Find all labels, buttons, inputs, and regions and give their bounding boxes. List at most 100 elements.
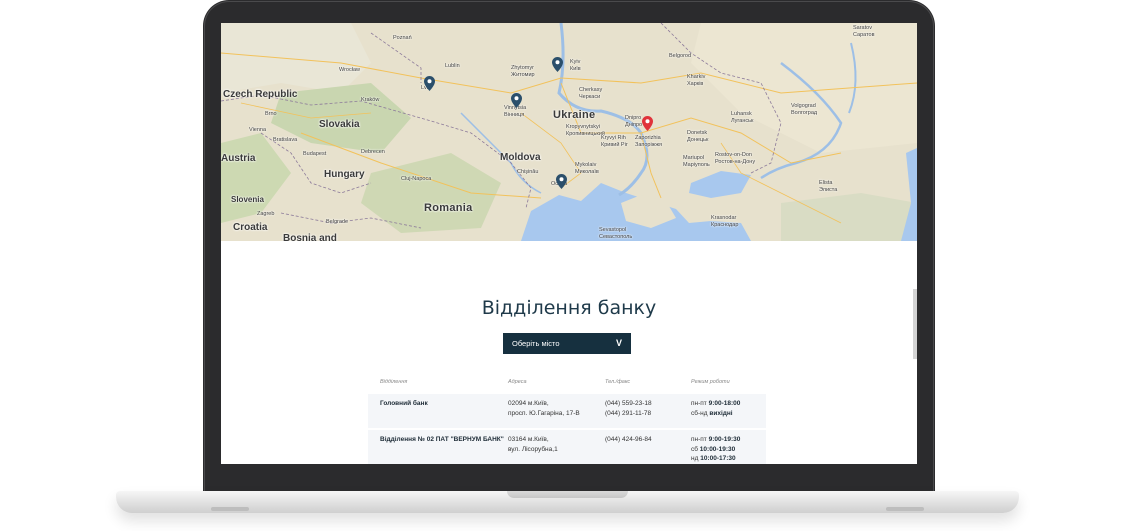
- map-label-city: Кривий Ріг: [601, 142, 628, 148]
- map-label-city: Zhytomyr: [511, 65, 534, 71]
- map-label-city: Севастополь: [599, 234, 633, 240]
- map-label-city: Krasnodar: [711, 215, 737, 221]
- city-select-dropdown[interactable]: Оберіть місто V: [503, 333, 631, 354]
- column-header-branch: Відділення: [380, 379, 408, 385]
- map-label-city: Миколаїв: [575, 169, 599, 175]
- map-label-country: Hungary: [324, 169, 365, 180]
- map-label-city: Belgorod: [669, 53, 692, 59]
- map-label-country: Slovenia: [231, 195, 264, 204]
- branch-phone: (044) 424-96-84: [605, 435, 652, 445]
- map-label-city: Волгоград: [791, 110, 818, 116]
- browser-screen: Czech Republic Slovakia Austria Hungary …: [221, 23, 917, 464]
- branch-marker-pin-icon[interactable]: [424, 76, 435, 91]
- branch-address: 02094 м.Київ, просп. Ю.Гагаріна, 17-В: [508, 399, 580, 419]
- branch-hours: пн-пт 9:00-19:30 сб 10:00-19:30 нд 10:00…: [691, 435, 740, 464]
- map-label-country: Moldova: [500, 152, 541, 163]
- map-label-city: Volgograd: [791, 103, 816, 109]
- phone-number[interactable]: (044) 291-11-78: [605, 409, 652, 419]
- address-line: 03164 м.Київ,: [508, 436, 549, 443]
- chevron-down-icon: V: [615, 338, 622, 348]
- map-label-city: Cluj-Napoca: [401, 176, 432, 182]
- branch-map[interactable]: Czech Republic Slovakia Austria Hungary …: [221, 23, 917, 241]
- map-label-city: Budapest: [303, 151, 327, 157]
- map-label-country: Romania: [424, 202, 473, 214]
- table-row[interactable]: Головний банк 02094 м.Київ, просп. Ю.Гаг…: [368, 394, 766, 428]
- map-label-city: Житомир: [511, 72, 535, 78]
- map-label-city: Brno: [265, 111, 277, 117]
- map-label-country: Ukraine: [553, 109, 596, 121]
- map-label-city: Київ: [570, 66, 581, 72]
- map-label-country: Austria: [221, 153, 256, 164]
- map-label-city: Bratislava: [273, 137, 298, 143]
- hours-days: пн-пт: [691, 400, 707, 407]
- map-label-city: Debrecen: [361, 149, 385, 155]
- map-label-city: Саратов: [853, 32, 875, 38]
- branch-marker-pin-icon[interactable]: [511, 93, 522, 108]
- map-label-city: Poznań: [393, 35, 412, 41]
- address-line: просп. Ю.Гагаріна, 17-В: [508, 410, 580, 417]
- hours-line: сб 10:00-19:30: [691, 445, 740, 455]
- map-label-city: Kraków: [361, 97, 380, 103]
- address-line: 02094 м.Київ,: [508, 400, 549, 407]
- map-label-city: Dnipro: [625, 115, 642, 121]
- laptop-base: [116, 491, 1019, 513]
- map-label-city: Luhansk: [731, 111, 752, 117]
- table-row[interactable]: Відділення № 02 ПАТ "ВЕРНУМ БАНК" 03164 …: [368, 430, 766, 464]
- map-label-city: Черкаси: [579, 94, 601, 100]
- address-line: вул. Лісорубна,1: [508, 446, 558, 453]
- hours-days: нд: [691, 455, 699, 462]
- map-label-city: Kropyvnytskyi: [566, 124, 600, 130]
- map-label-city: Вінниця: [504, 112, 525, 118]
- branch-phone: (044) 559-23-18 (044) 291-11-78: [605, 399, 652, 419]
- map-label-country: Czech Republic: [223, 89, 298, 100]
- map-label-city: Элиста: [819, 187, 838, 193]
- map-label-city: Lublin: [445, 63, 460, 69]
- hours-time: 9:00-19:30: [708, 436, 741, 443]
- laptop-foot: [211, 507, 249, 511]
- column-header-address: Адреса: [508, 379, 527, 385]
- map-label-city: Донецьк: [687, 137, 709, 143]
- map-label-city: Elista: [819, 180, 833, 186]
- map-label-city: Дніпро: [625, 122, 643, 128]
- hours-time: 10:00-17:30: [700, 455, 736, 462]
- map-label-city: Kryvyi Rih: [601, 135, 626, 141]
- map-label-city: Луганськ: [731, 118, 754, 124]
- map-label-city: Kharkiv: [687, 74, 706, 80]
- map-label-country: Croatia: [233, 222, 268, 233]
- map-label-city: Chişinău: [517, 169, 539, 175]
- map-label-city: Cherkasy: [579, 87, 603, 93]
- map-label-city: Wrocław: [339, 67, 360, 73]
- branches-section: Відділення банку Оберіть місто V Відділе…: [221, 241, 917, 464]
- hours-time: 9:00-18:00: [708, 400, 741, 407]
- map-label-city: Saratov: [853, 25, 872, 31]
- map-label-city: Mykolaiv: [575, 162, 597, 168]
- hours-line: пн-пт 9:00-19:30: [691, 435, 740, 445]
- map-label-city: Кропивницький: [566, 131, 605, 137]
- map-label-city: Запоріжжя: [635, 142, 663, 148]
- branch-hours: пн-пт 9:00-18:00 сб-нд вихідні: [691, 399, 740, 419]
- phone-number[interactable]: (044) 559-23-18: [605, 399, 652, 409]
- hours-time: вихідні: [709, 410, 733, 417]
- city-select-label: Оберіть місто: [512, 339, 560, 348]
- map-label-city: Belgrade: [326, 219, 349, 225]
- map-label-city: Ростов-на-Дону: [715, 159, 756, 165]
- branch-address: 03164 м.Київ, вул. Лісорубна,1: [508, 435, 558, 455]
- laptop-notch: [507, 491, 628, 498]
- map-label-city: Краснодар: [711, 222, 739, 228]
- branch-marker-pin-icon[interactable]: [556, 174, 567, 189]
- map-label-city: Mariupol: [683, 155, 705, 161]
- branch-marker-pin-icon[interactable]: [552, 57, 563, 72]
- map-label-city: Zagreb: [257, 211, 275, 217]
- map-label-city: Харків: [687, 81, 704, 87]
- map-label-city: Donetsk: [687, 130, 708, 136]
- active-branch-marker-pin-icon[interactable]: [642, 116, 653, 131]
- hours-days: пн-пт: [691, 436, 707, 443]
- branch-name: Головний банк: [380, 400, 428, 407]
- hours-days: сб: [691, 445, 698, 453]
- phone-number[interactable]: (044) 424-96-84: [605, 435, 652, 445]
- map-label-city: Kyiv: [570, 59, 581, 65]
- map-label-city: Vienna: [249, 127, 267, 133]
- map-label-country: Slovakia: [319, 119, 360, 130]
- page-title: Відділення банку: [481, 297, 657, 319]
- map-label-city: Rostov-on-Don: [715, 152, 752, 158]
